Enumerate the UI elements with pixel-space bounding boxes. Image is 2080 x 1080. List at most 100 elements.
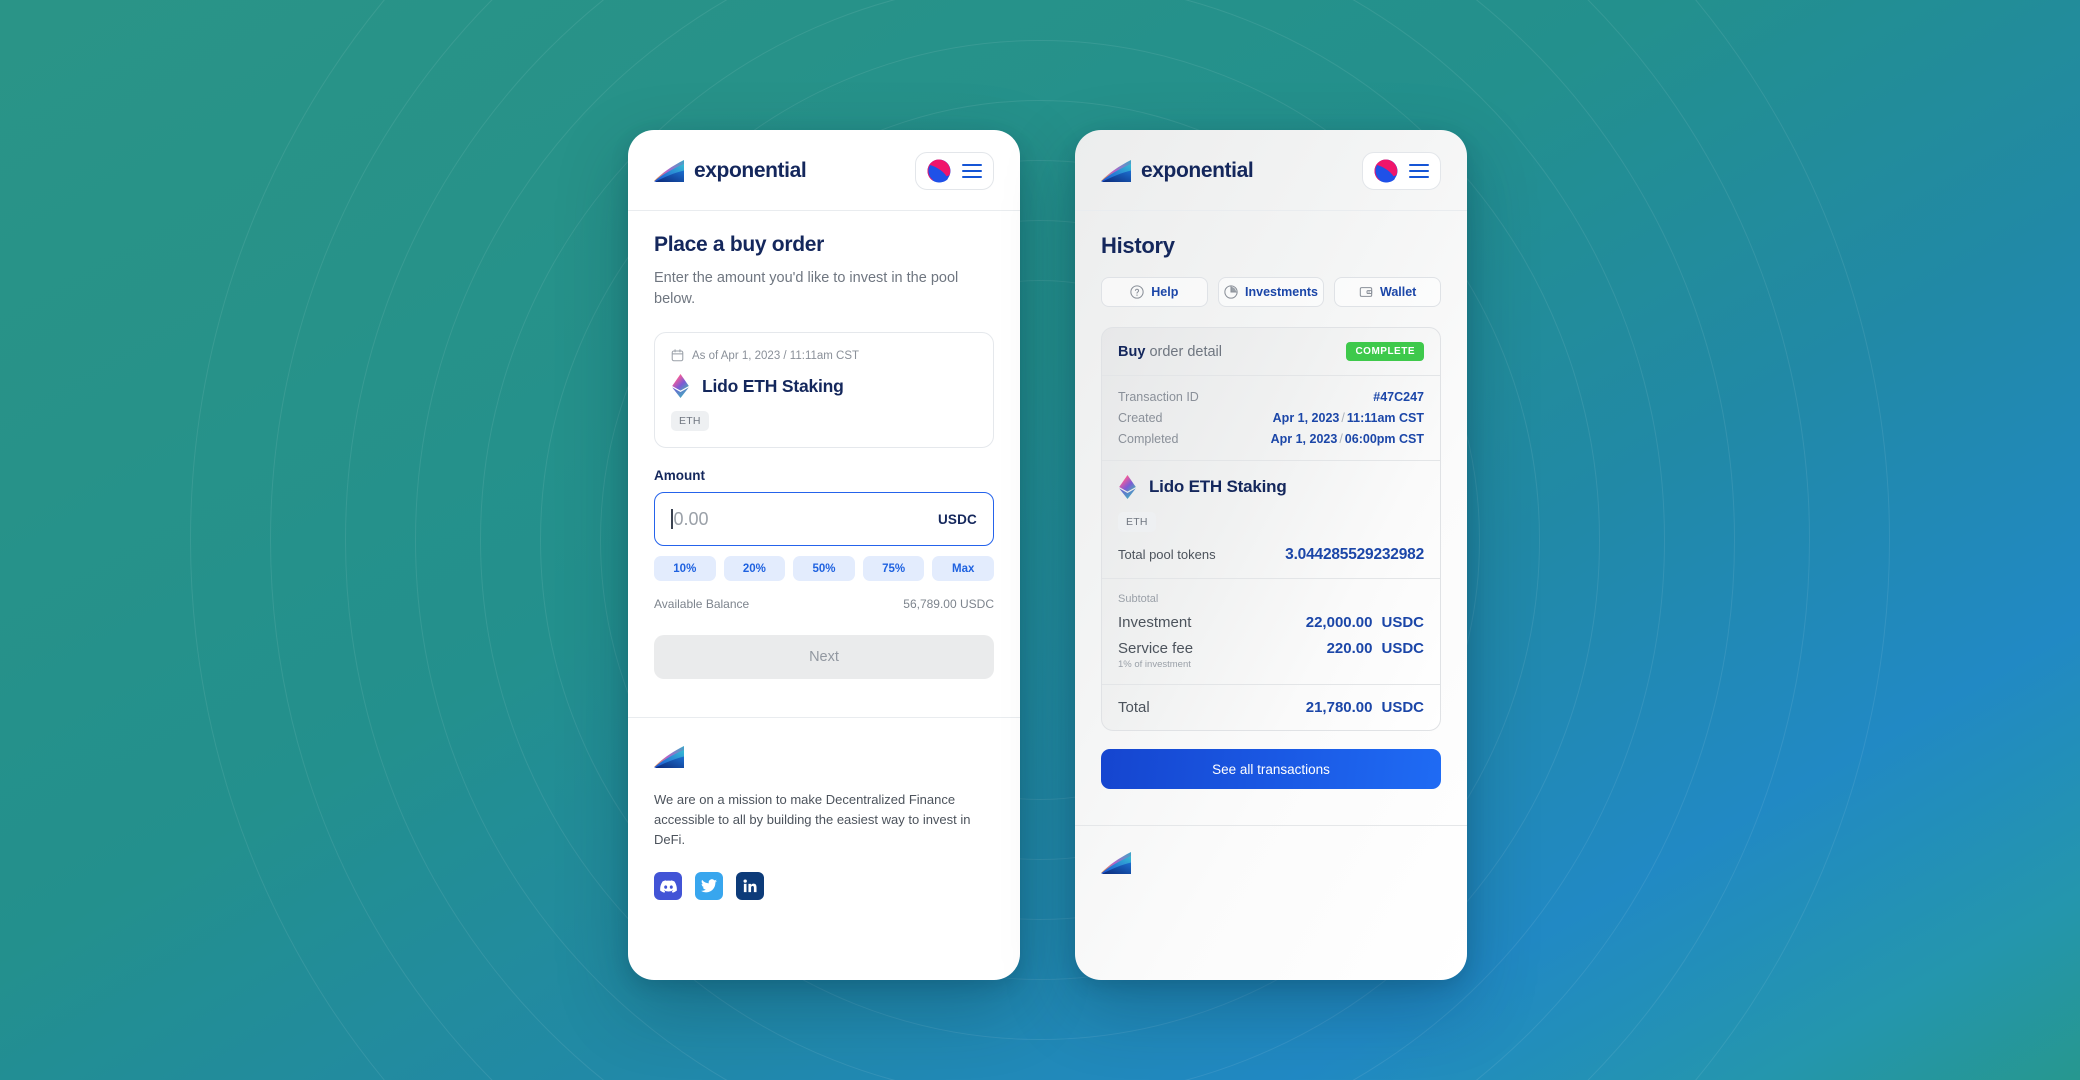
line-item-service-fee: Service fee 1% of investment 220.00 USDC [1118,640,1424,670]
tab-investments-label: Investments [1245,285,1318,299]
line-item-note: 1% of investment [1118,659,1191,670]
percent-button-75[interactable]: 75% [862,556,925,582]
app-header: exponential [1075,130,1467,211]
ethereum-icon [1119,475,1136,499]
total-value: 21,780.00 USDC [1306,699,1424,716]
percent-button-20[interactable]: 20% [723,556,786,582]
amount-currency-unit: USDC [937,511,977,527]
pool-as-of-text: As of Apr 1, 2023 / 11:11am CST [692,349,860,362]
linkedin-link[interactable] [736,872,764,901]
social-links-row [654,872,994,901]
avatar-blob-icon [927,159,951,183]
pool-as-of-row: As of Apr 1, 2023 / 11:11am CST [671,349,977,362]
amount-label: Amount [654,468,705,484]
available-balance-row: Available Balance 56,789.00 USDC [654,597,994,611]
percent-button-10[interactable]: 10% [654,556,716,582]
brand[interactable]: exponential [1101,159,1254,183]
header-account-menu[interactable] [1362,152,1441,190]
text-caret [671,509,673,530]
brand[interactable]: exponential [654,159,807,183]
order-total-row: Total 21,780.00 USDC [1102,685,1440,730]
available-balance-label: Available Balance [654,597,750,612]
page-subtitle: Enter the amount you'd like to invest in… [654,270,959,308]
twitter-icon [701,879,717,893]
order-pool-section: Lido ETH Staking ETH Total pool tokens 3… [1102,461,1440,579]
subtotal-label: Subtotal [1118,593,1159,605]
meta-label: Transaction ID [1118,390,1199,404]
exponential-swoosh-logo [654,160,684,182]
history-content: History Help Investments Wallet Buy orde… [1075,211,1467,789]
twitter-link[interactable] [695,872,723,901]
separator: / [1339,432,1343,446]
app-footer [1075,826,1467,874]
order-meta-section: Transaction ID #47C247 Created Apr 1, 20… [1102,376,1440,461]
header-account-menu[interactable] [915,152,994,190]
hamburger-menu-icon[interactable] [962,164,982,178]
line-item-text: Service fee 1% of investment [1118,640,1193,670]
meta-value: Apr 1, 2023/11:11am CST [1273,411,1424,425]
meta-row-created: Created Apr 1, 2023/11:11am CST [1118,411,1424,425]
next-button[interactable]: Next [654,635,994,680]
phone-mockup-history: exponential History Help Investments Wal… [1075,130,1467,980]
total-label: Total [1118,699,1150,716]
tab-help-label: Help [1151,285,1179,299]
page-title: History [1101,233,1175,258]
pool-name: Lido ETH Staking [702,375,844,396]
discord-link[interactable] [654,872,682,901]
quick-percent-row: 10% 20% 50% 75% Max [654,556,994,582]
tab-help[interactable]: Help [1101,277,1208,307]
avatar-blob-icon [1374,159,1398,183]
line-item-unit: USDC [1381,614,1424,631]
app-footer: We are on a mission to make Decentralize… [628,718,1020,901]
see-all-transactions-button[interactable]: See all transactions [1101,749,1441,789]
hamburger-menu-icon[interactable] [1409,164,1429,178]
status-badge: COMPLETE [1346,342,1424,361]
pool-name: Lido ETH Staking [1149,477,1287,496]
pool-name-row: Lido ETH Staking [1118,475,1424,499]
calendar-icon [671,349,684,362]
brand-wordmark: exponential [1141,159,1254,182]
meta-value: Apr 1, 2023/06:00pm CST [1271,432,1424,446]
linkedin-icon [743,879,757,893]
total-pool-tokens-value: 3.044285529232982 [1285,546,1424,563]
buy-order-content: Place a buy order Enter the amount you'd… [628,211,1020,680]
percent-button-50[interactable]: 50% [793,556,855,582]
meta-date: Apr 1, 2023 [1272,411,1340,425]
amount-input-wrap[interactable]: 0.00 [671,509,709,530]
ethereum-icon [672,374,689,399]
order-subtotal-section: Subtotal Investment 22,000.00 USDC Servi… [1102,579,1440,685]
meta-row-transaction-id: Transaction ID #47C247 [1118,390,1424,404]
background-ring-pattern [0,0,2080,1080]
app-header: exponential [628,130,1020,211]
exponential-swoosh-logo [654,746,684,769]
amount-placeholder: 0.00 [673,508,709,529]
buy-order-screen: exponential Place a buy order Enter the … [628,130,1020,980]
total-pool-tokens-row: Total pool tokens 3.044285529232982 [1118,546,1424,564]
discord-icon [659,880,677,893]
exponential-swoosh-logo [1101,852,1131,874]
percent-button-max[interactable]: Max [932,556,994,582]
history-screen: exponential History Help Investments Wal… [1075,130,1467,980]
tab-investments[interactable]: Investments [1217,277,1325,307]
available-balance-value: 56,789.00 USDC [903,597,994,612]
meta-time: 06:00pm CST [1344,432,1424,446]
order-detail-heading: Buy order detail [1118,344,1222,360]
meta-time: 11:11am CST [1346,411,1424,425]
amount-input[interactable]: 0.00 USDC [654,492,994,547]
pool-summary-card[interactable]: As of Apr 1, 2023 / 11:11am CST Lido ETH… [654,332,994,449]
line-item-amount: 22,000.00 [1305,614,1373,631]
tab-wallet[interactable]: Wallet [1334,277,1442,307]
line-item-unit: USDC [1381,640,1424,657]
order-detail-heading-rest: order detail [1149,343,1222,360]
line-item-name: Investment [1118,614,1192,631]
line-item-value: 22,000.00 USDC [1306,614,1424,631]
phone-mockup-buy-order: exponential Place a buy order Enter the … [628,130,1020,980]
footer-mission-text: We are on a mission to make Decentralize… [654,792,971,848]
order-type: Buy [1118,343,1146,360]
exponential-swoosh-logo [1101,160,1131,182]
line-item-amount: 220.00 [1326,640,1373,657]
pie-chart-icon [1224,285,1238,299]
background-ring [190,0,1890,1080]
total-amount: 21,780.00 [1305,699,1373,716]
question-circle-icon [1130,285,1144,299]
